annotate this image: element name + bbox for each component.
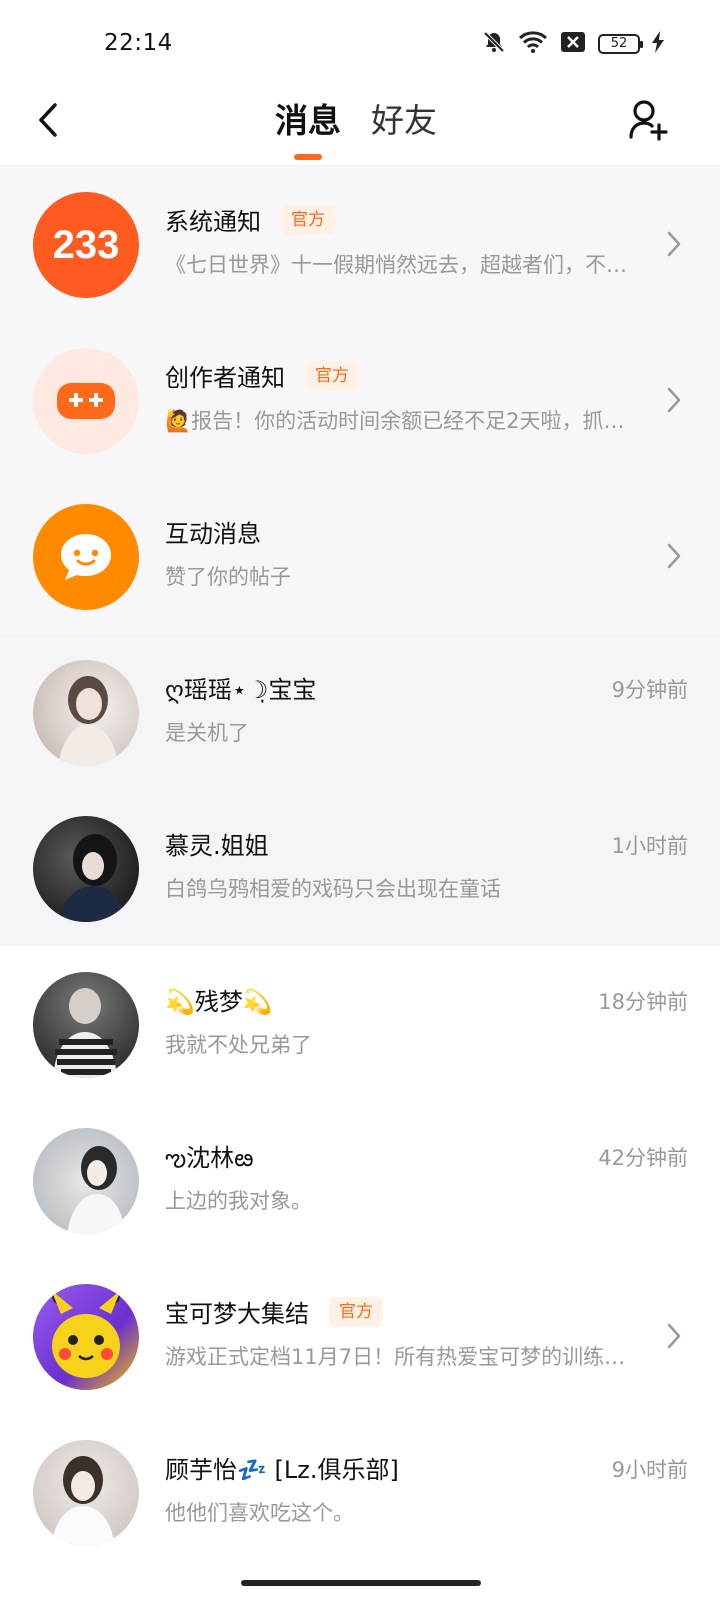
user-avatar (33, 660, 139, 766)
conversation-preview: 🙋报告！你的活动时间余额已经不足2天啦，抓紧时间参与吧 (165, 409, 645, 433)
message-time: 9分钟前 (611, 678, 688, 702)
status-icons: 52 (482, 30, 664, 58)
profile-photo-icon (53, 988, 117, 1078)
conversation-preview: 是关机了 (165, 721, 249, 745)
user-avatar (33, 972, 139, 1078)
active-tab-indicator (294, 154, 322, 160)
message-row-user[interactable]: ఌ沈林ఴ 上边的我对象。 42分钟前 (0, 1102, 720, 1258)
message-row-system-notice[interactable]: 233 系统通知 官方 《七日世界》十一假期悄然远去，超越者们，不知道你们玩得怎… (0, 166, 720, 322)
conversation-name: 慕灵.姐姐 (165, 832, 269, 860)
message-row-user[interactable]: 慕灵.姐姐 白鸽乌鸦相爱的戏码只会出现在童话 1小时前 (0, 790, 720, 946)
message-row-user[interactable]: 💫残梦💫 我就不处兄弟了 18分钟前 (0, 946, 720, 1102)
profile-photo-icon (51, 1456, 115, 1546)
conversation-preview: 上边的我对象。 (165, 1189, 312, 1213)
nav-bar: 消息 好友 (0, 80, 720, 166)
avatar-logo-text: 233 (52, 222, 120, 267)
chevron-right-icon (664, 1320, 684, 1352)
tab-messages[interactable]: 消息 (275, 98, 341, 160)
tab-friends[interactable]: 好友 (371, 98, 437, 144)
user-avatar (33, 816, 139, 922)
conversation-preview: 白鸽乌鸦相爱的戏码只会出现在童话 (165, 877, 501, 901)
add-user-icon (629, 100, 668, 141)
conversation-name: 系统通知 (165, 208, 261, 236)
chevron-right-icon (664, 228, 684, 260)
status-time: 22:14 (104, 30, 173, 56)
profile-photo-icon (58, 676, 118, 766)
conversation-preview: 他他们喜欢吃这个。 (165, 1501, 354, 1525)
pikachu-icon (51, 1290, 121, 1378)
message-row-creator-notice[interactable]: 创作者通知 官方 🙋报告！你的活动时间余额已经不足2天啦，抓紧时间参与吧 (0, 322, 720, 478)
home-indicator[interactable] (241, 1580, 481, 1586)
message-time: 9小时前 (611, 1458, 688, 1482)
status-bar: 22:14 52 (0, 0, 720, 80)
message-row-pokemon-unite[interactable]: 宝可梦大集结 官方 游戏正式定档11月7日！所有热爱宝可梦的训练家们 (0, 1258, 720, 1414)
conversation-name: 创作者通知 (165, 364, 285, 392)
chat-bubble-face-icon (61, 534, 111, 580)
conversation-preview: 我就不处兄弟了 (165, 1033, 312, 1057)
tab-friends-label: 好友 (371, 101, 437, 140)
conversation-preview: 赞了你的帖子 (165, 565, 291, 589)
interactions-avatar (33, 504, 139, 610)
conversation-name: 互动消息 (165, 520, 261, 548)
pokemon-unite-avatar (33, 1284, 139, 1390)
chevron-right-icon (664, 384, 684, 416)
no-sim-icon (560, 31, 586, 57)
system-notice-avatar: 233 (33, 192, 139, 298)
profile-photo-icon (59, 834, 125, 922)
message-row-user[interactable]: ღ瑶瑶⋆☽̣宝宝 是关机了 9分钟前 (0, 634, 720, 790)
message-time: 18分钟前 (598, 990, 688, 1014)
official-badge: 官方 (305, 360, 359, 391)
conversation-name: 💫残梦💫 (165, 988, 273, 1016)
conversation-name: 顾芋怡💤 [Lz.俱乐部] (165, 1456, 399, 1484)
gamepad-icon (57, 383, 115, 419)
add-friend-button[interactable] (626, 96, 670, 144)
conversation-name: ღ瑶瑶⋆☽̣宝宝 (165, 676, 317, 704)
message-time: 42分钟前 (598, 1146, 688, 1170)
official-badge: 官方 (329, 1296, 383, 1327)
conversation-name: 宝可梦大集结 (165, 1300, 309, 1328)
message-time: 1小时前 (611, 834, 688, 858)
conversation-name: ఌ沈林ఴ (165, 1144, 254, 1172)
official-badge: 官方 (281, 204, 335, 235)
wifi-icon (518, 30, 548, 58)
user-avatar (33, 1128, 139, 1234)
user-avatar (33, 1440, 139, 1546)
chevron-right-icon (664, 540, 684, 572)
conversation-preview: 游戏正式定档11月7日！所有热爱宝可梦的训练家们 (165, 1345, 645, 1369)
charging-icon (652, 31, 664, 57)
profile-photo-icon (67, 1146, 125, 1234)
message-list: 233 系统通知 官方 《七日世界》十一假期悄然远去，超越者们，不知道你们玩得怎… (0, 166, 720, 1570)
message-row-interactions[interactable]: 互动消息 赞了你的帖子 (0, 478, 720, 634)
battery-icon: 52 (598, 34, 643, 54)
mute-icon (482, 30, 506, 58)
tab-messages-label: 消息 (275, 101, 341, 140)
message-row-user[interactable]: 顾芋怡💤 [Lz.俱乐部] 他他们喜欢吃这个。 9小时前 (0, 1414, 720, 1570)
creator-notice-avatar (33, 348, 139, 454)
conversation-preview: 《七日世界》十一假期悄然远去，超越者们，不知道你们玩得怎么样 (165, 253, 645, 277)
tab-bar: 消息 好友 (0, 98, 720, 160)
